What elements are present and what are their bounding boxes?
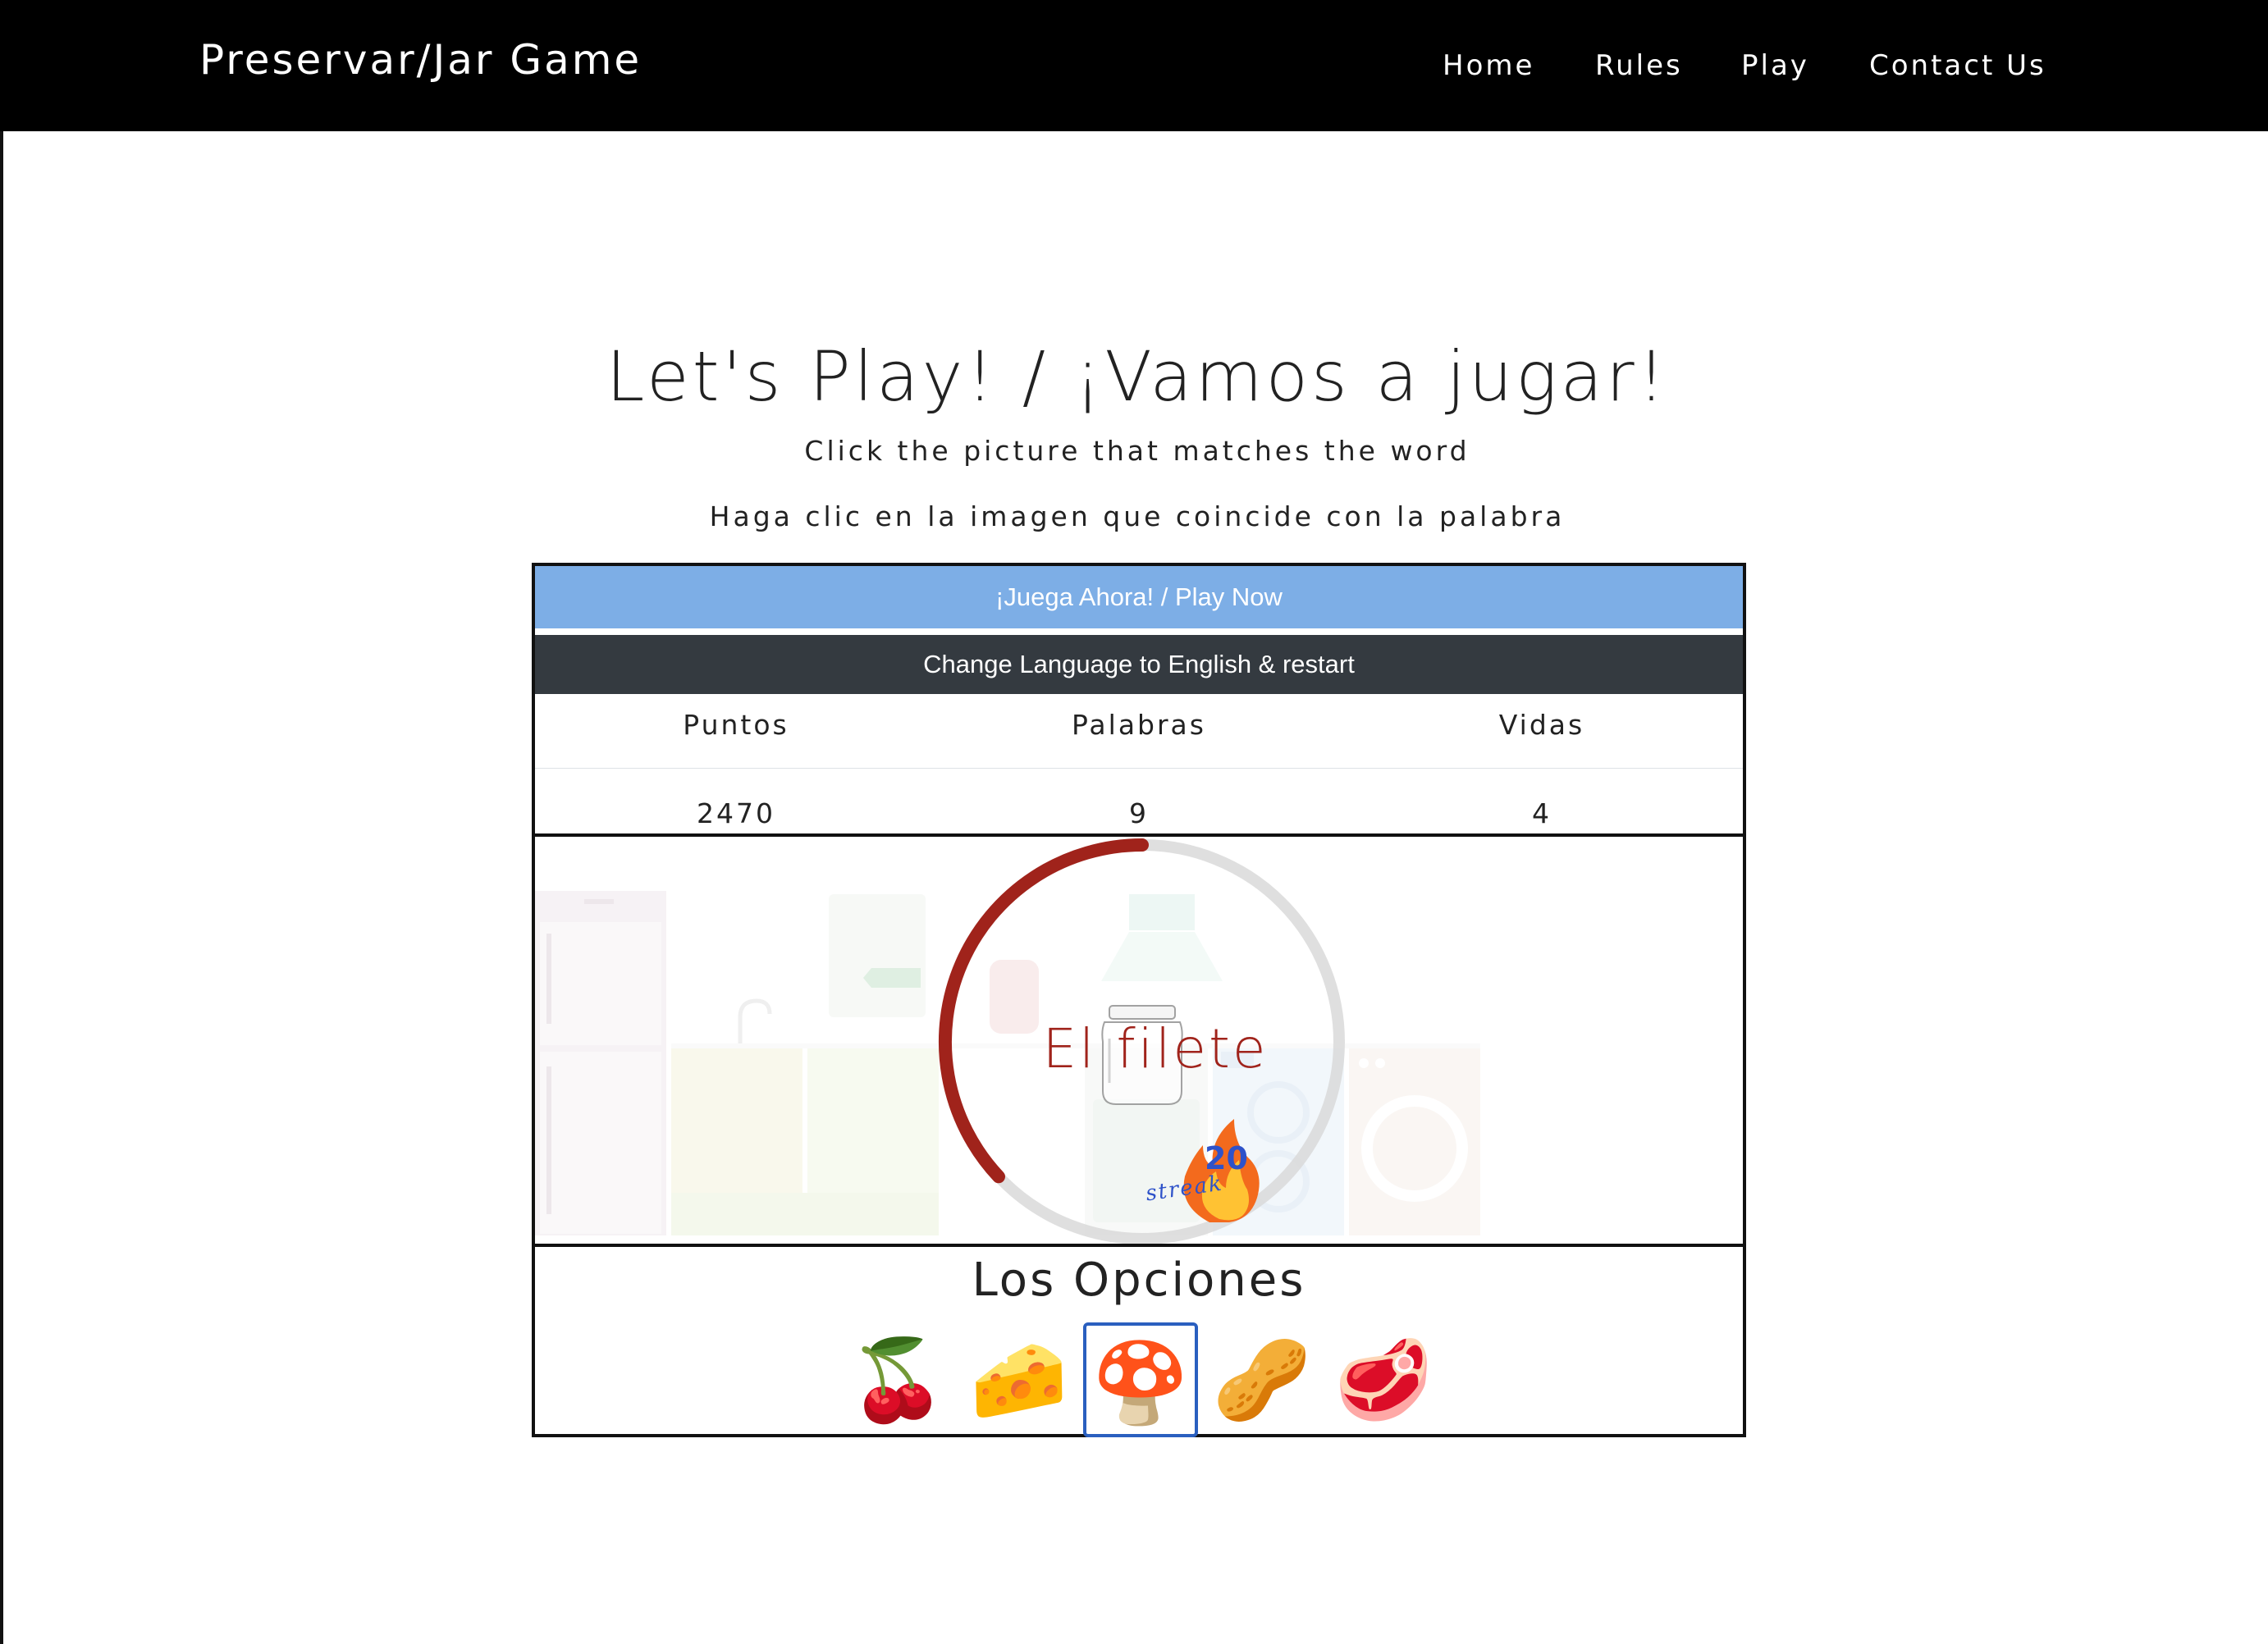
stat-header-points: Puntos [683, 709, 789, 741]
stats-divider [535, 768, 1743, 769]
cherry-icon: 🍒 [848, 1334, 947, 1426]
nav-rules[interactable]: Rules [1595, 49, 1683, 82]
option-peanut[interactable]: 🥜 [1205, 1322, 1319, 1437]
stat-value-points: 2470 [697, 797, 775, 829]
stat-value-lives: 4 [1532, 797, 1552, 829]
mushroom-icon: 🍄 [1091, 1337, 1190, 1429]
option-mushroom[interactable]: 🍄 [1083, 1322, 1198, 1437]
game-board: El filete 20 streak [535, 833, 1743, 1247]
brand-logo[interactable]: Preservar/Jar Game [199, 36, 642, 84]
streak-count: 20 [1205, 1140, 1248, 1176]
instruction-english: Click the picture that matches the word [804, 435, 1470, 467]
steak-icon: 🥩 [1334, 1334, 1433, 1426]
option-cherry[interactable]: 🍒 [840, 1322, 955, 1437]
option-steak[interactable]: 🥩 [1326, 1322, 1441, 1437]
game-panel: ¡Juega Ahora! / Play Now Change Language… [532, 563, 1746, 1437]
nav-play[interactable]: Play [1741, 49, 1809, 82]
page-title: Let's Play! / ¡Vamos a jugar! [606, 336, 1669, 417]
nav-home[interactable]: Home [1443, 49, 1534, 82]
cheese-icon: 🧀 [970, 1334, 1068, 1426]
instruction-spanish: Haga clic en la imagen que coincide con … [709, 500, 1566, 532]
options-title: Los Opciones [972, 1254, 1306, 1307]
change-language-button[interactable]: Change Language to English & restart [535, 635, 1743, 694]
stat-value-words: 9 [1129, 797, 1149, 829]
current-word: El filete [1042, 1017, 1269, 1080]
navbar: Preservar/Jar Game Home Rules Play Conta… [0, 0, 2268, 131]
peanut-icon: 🥜 [1213, 1334, 1311, 1426]
option-cheese[interactable]: 🧀 [962, 1322, 1077, 1437]
stat-header-lives: Vidas [1498, 709, 1585, 741]
nav-contact-us[interactable]: Contact Us [1869, 49, 2046, 82]
page: Preservar/Jar Game Home Rules Play Conta… [0, 0, 2268, 1644]
play-now-button[interactable]: ¡Juega Ahora! / Play Now [535, 566, 1743, 628]
stat-header-words: Palabras [1072, 709, 1206, 741]
